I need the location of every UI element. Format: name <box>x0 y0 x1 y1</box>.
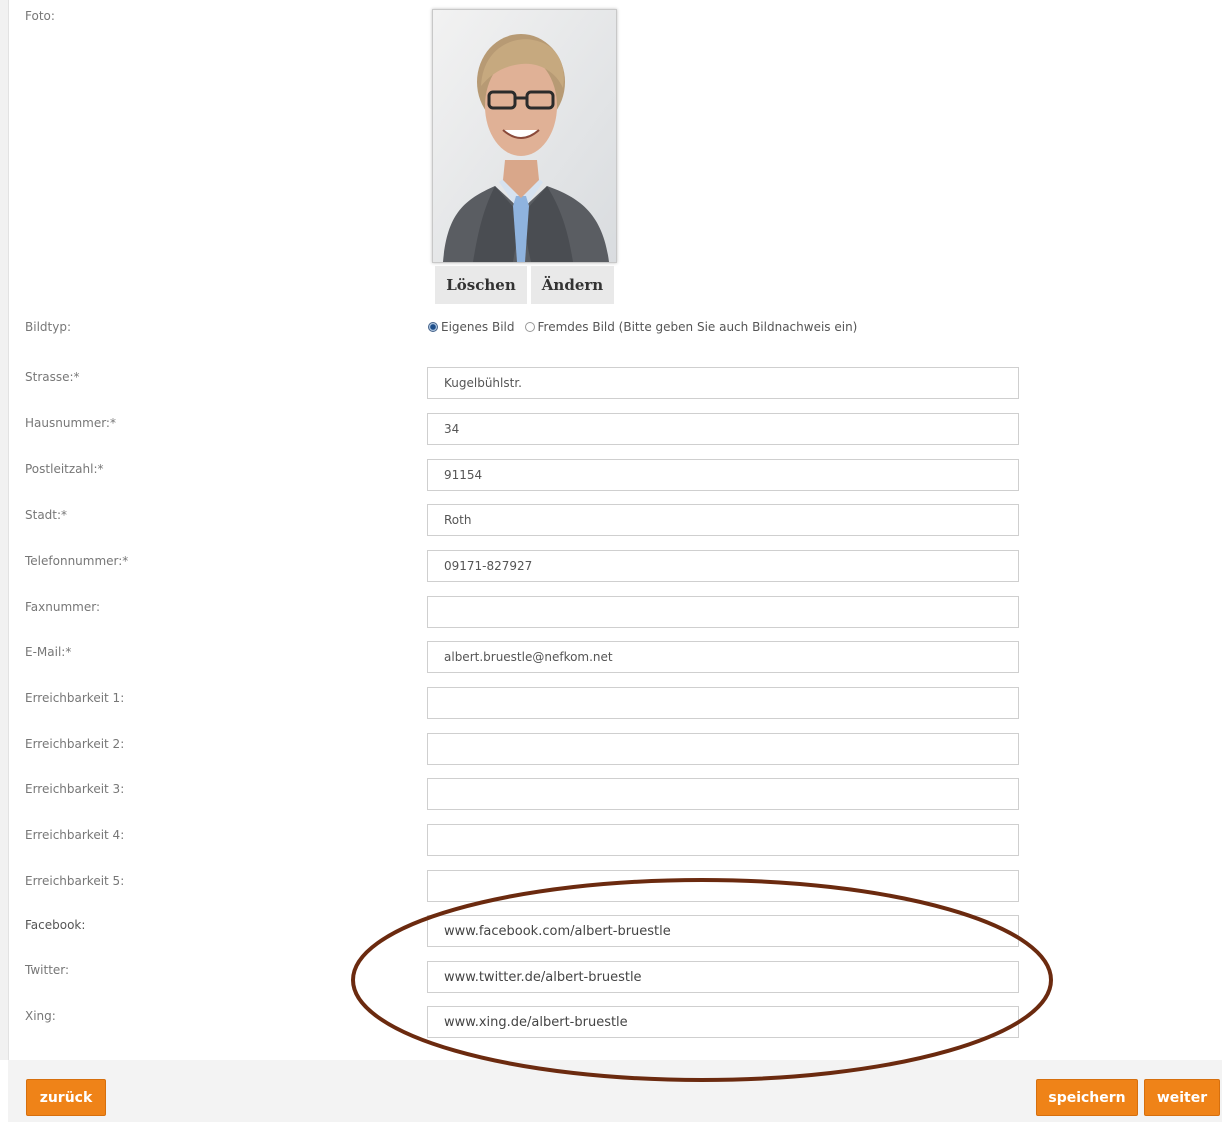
label-erreichbarkeit-2: Erreichbarkeit 2: <box>25 737 125 751</box>
radio-eigenes-bild-label: Eigenes Bild <box>441 320 515 334</box>
radio-fremdes-bild[interactable] <box>524 322 535 332</box>
faxnummer-input[interactable] <box>427 596 1019 628</box>
strasse-input[interactable] <box>427 367 1019 399</box>
label-postleitzahl: Postleitzahl:* <box>25 462 104 476</box>
left-border <box>0 0 9 1060</box>
label-faxnummer: Faxnummer: <box>25 600 100 614</box>
label-erreichbarkeit-4: Erreichbarkeit 4: <box>25 828 125 842</box>
label-stadt: Stadt:* <box>25 508 68 522</box>
label-bildtyp: Bildtyp: <box>25 320 71 334</box>
label-twitter: Twitter: <box>25 963 70 977</box>
profile-photo <box>432 9 617 263</box>
hausnummer-input[interactable] <box>427 413 1019 445</box>
label-email: E-Mail:* <box>25 645 72 659</box>
erreichbarkeit-3-input[interactable] <box>427 778 1019 810</box>
erreichbarkeit-2-input[interactable] <box>427 733 1019 765</box>
label-xing: Xing: <box>25 1009 56 1023</box>
bildtyp-radio-group: Eigenes Bild Fremdes Bild (Bitte geben Si… <box>428 320 857 334</box>
label-strasse: Strasse:* <box>25 370 80 384</box>
portrait-image <box>433 10 616 262</box>
twitter-input[interactable] <box>427 961 1019 993</box>
label-erreichbarkeit-3: Erreichbarkeit 3: <box>25 782 125 796</box>
label-facebook: Facebook: <box>25 918 86 932</box>
next-button[interactable]: weiter <box>1144 1079 1220 1116</box>
label-telefonnummer: Telefonnummer:* <box>25 554 129 568</box>
change-photo-button[interactable]: Ändern <box>531 266 614 304</box>
label-foto: Foto: <box>25 9 55 23</box>
erreichbarkeit-1-input[interactable] <box>427 687 1019 719</box>
stadt-input[interactable] <box>427 504 1019 536</box>
save-button[interactable]: speichern <box>1036 1079 1138 1116</box>
label-erreichbarkeit-5: Erreichbarkeit 5: <box>25 874 125 888</box>
delete-photo-button[interactable]: Löschen <box>435 266 527 304</box>
telefonnummer-input[interactable] <box>427 550 1019 582</box>
back-button[interactable]: zurück <box>26 1079 106 1116</box>
radio-fremdes-bild-label: Fremdes Bild (Bitte geben Sie auch Bildn… <box>537 320 858 334</box>
xing-input[interactable] <box>427 1006 1019 1038</box>
label-hausnummer: Hausnummer:* <box>25 416 116 430</box>
email-input[interactable] <box>427 641 1019 673</box>
erreichbarkeit-5-input[interactable] <box>427 870 1019 902</box>
radio-eigenes-bild[interactable] <box>428 322 438 332</box>
label-erreichbarkeit-1: Erreichbarkeit 1: <box>25 691 125 705</box>
facebook-input[interactable] <box>427 915 1019 947</box>
postleitzahl-input[interactable] <box>427 459 1019 491</box>
erreichbarkeit-4-input[interactable] <box>427 824 1019 856</box>
